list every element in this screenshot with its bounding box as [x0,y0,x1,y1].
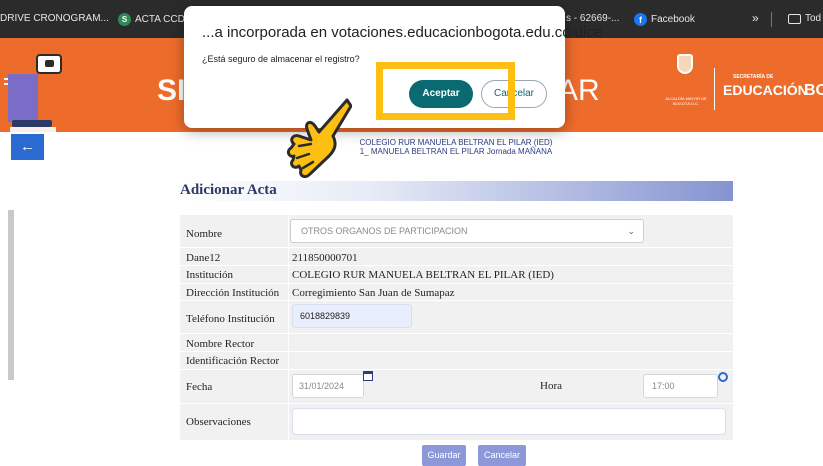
calendar-icon[interactable] [363,371,373,381]
video-camera-icon [36,54,62,74]
direccion-value: Corregimiento San Juan de Sumapaz [292,287,455,299]
header-divider [714,68,715,110]
pointing-hand-icon [286,98,352,179]
row-divider [180,283,733,284]
arrow-left-icon: ← [20,138,35,155]
more-bookmarks-button[interactable]: » [752,11,759,25]
alcaldia-caption: ALCALDÍA MAYOR DE BOGOTÁ D.C. [665,96,707,106]
divider [771,12,772,27]
shield-icon [677,54,693,74]
dane-value: 211850000701 [292,252,358,264]
folder-icon [788,13,801,24]
scrollbar[interactable] [8,210,14,380]
back-button[interactable]: ← [11,134,44,160]
highlight-box [376,62,515,120]
s-icon: S [118,13,131,26]
bookmark-facebook[interactable]: f Facebook [634,13,695,26]
dialog-message: ¿Está seguro de almacenar el registro? [202,54,360,64]
cancelar-button[interactable]: Cancelar [478,445,526,466]
identificacion-label: Identificación Rector [186,355,280,367]
row-divider [180,265,733,266]
bogota-label: BO [804,82,823,99]
illustration-figure [8,74,38,122]
secretaria-label: SECRETARÍA DE [733,74,774,80]
form-panel [180,215,733,440]
educacion-label: EDUCACIÓN [723,82,808,98]
hora-input[interactable]: 17:00 [643,374,718,398]
bookmark-label: s - 62669-... [566,13,620,24]
nombre-label: Nombre [186,228,223,240]
chevron-down-icon: ⌄ [627,226,635,236]
bookmark-label: Tod [805,13,822,24]
row-divider [180,247,733,248]
clock-icon[interactable] [718,372,728,382]
direccion-label: Dirección Institución [186,287,280,299]
institucion-label: Institución [186,269,234,281]
fecha-label: Fecha [186,381,213,393]
chevron-double-right-icon: » [752,11,759,25]
rector-label: Nombre Rector [186,338,255,350]
form-title: Adicionar Acta [180,182,277,198]
dane-label: Dane12 [186,252,221,264]
header-title-left: SI [157,74,186,107]
dialog-title: ...a incorporada en votaciones.educacion… [202,24,603,41]
bookmark-acta-ccdp[interactable]: S ACTA CCDP [118,13,192,26]
book-icon [10,127,56,132]
row-divider [180,403,733,404]
institucion-value: COLEGIO RUR MANUELA BELTRAN EL PILAR (IE… [292,269,554,281]
telefono-input[interactable]: 6018829839 [292,304,412,328]
observaciones-label: Observaciones [186,416,251,428]
fecha-input[interactable]: 31/01/2024 [292,374,364,398]
guardar-button[interactable]: Guardar [422,445,466,466]
row-divider [180,369,733,370]
bookmark-label: Facebook [651,14,695,25]
telefono-label: Teléfono Institución [186,313,275,325]
bookmark-drive-cronograma[interactable]: DRIVE CRONOGRAM... [0,13,109,24]
facebook-icon: f [634,13,647,26]
nombre-selected-value: OTROS ORGANOS DE PARTICIPACION [301,226,468,236]
bookmark-folder-todos[interactable]: Tod [788,13,821,24]
nombre-select[interactable]: OTROS ORGANOS DE PARTICIPACION ⌄ [290,219,644,243]
column-divider [288,215,289,440]
observaciones-input[interactable] [292,408,726,435]
bookmark-62669[interactable]: s - 62669-... [566,13,619,24]
hora-label: Hora [540,380,562,392]
row-divider [180,351,733,352]
row-divider [180,333,733,334]
bookmark-label: DRIVE CRONOGRAM... [0,13,109,24]
book-icon [12,120,52,127]
row-divider [180,300,733,301]
